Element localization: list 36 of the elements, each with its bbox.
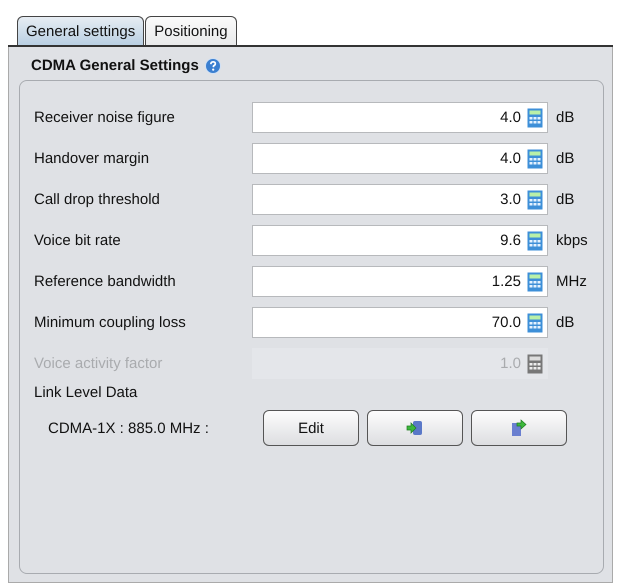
calculator-icon[interactable]: [527, 190, 543, 210]
field-label: Handover margin: [34, 150, 150, 167]
calculator-icon[interactable]: [527, 148, 543, 168]
calculator-icon[interactable]: [527, 354, 543, 374]
number-field[interactable]: 3.0: [252, 184, 548, 215]
field-label: Voice bit rate: [34, 232, 122, 249]
export-icon: [510, 419, 528, 437]
calculator-icon[interactable]: [527, 230, 543, 250]
calculator-icon[interactable]: [527, 108, 543, 128]
number-field[interactable]: 4.0: [252, 102, 548, 133]
import-icon: [406, 419, 424, 437]
link-level-label: CDMA-1X : 885.0 MHz :: [48, 420, 210, 436]
link-level-title: Link Level Data: [34, 384, 138, 401]
unit-label: dB: [556, 314, 574, 331]
export-button[interactable]: [471, 410, 567, 446]
unit-label: MHz: [556, 273, 587, 290]
section-title: CDMA General Settings: [31, 57, 199, 74]
tab[interactable]: Positioning: [145, 16, 237, 45]
tab[interactable]: General settings: [17, 16, 144, 45]
unit-label: kbps: [556, 232, 588, 249]
number-field[interactable]: 4.0: [252, 143, 548, 174]
field-label: Call drop threshold: [34, 191, 161, 208]
field-label: Receiver noise figure: [34, 109, 176, 126]
unit-label: dB: [556, 191, 574, 208]
number-field[interactable]: 1.25: [252, 266, 548, 297]
edit-button[interactable]: Edit: [263, 410, 359, 446]
field-label: Reference bandwidth: [34, 273, 177, 290]
unit-label: dB: [556, 150, 574, 167]
import-button[interactable]: [367, 410, 463, 446]
calculator-icon[interactable]: [527, 312, 543, 332]
number-field[interactable]: 70.0: [252, 307, 548, 338]
calculator-icon[interactable]: [527, 272, 543, 292]
help-icon[interactable]: [204, 58, 221, 74]
field-label: Minimum coupling loss: [34, 314, 187, 331]
unit-label: dB: [556, 109, 574, 126]
number-field[interactable]: 9.6: [252, 225, 548, 256]
